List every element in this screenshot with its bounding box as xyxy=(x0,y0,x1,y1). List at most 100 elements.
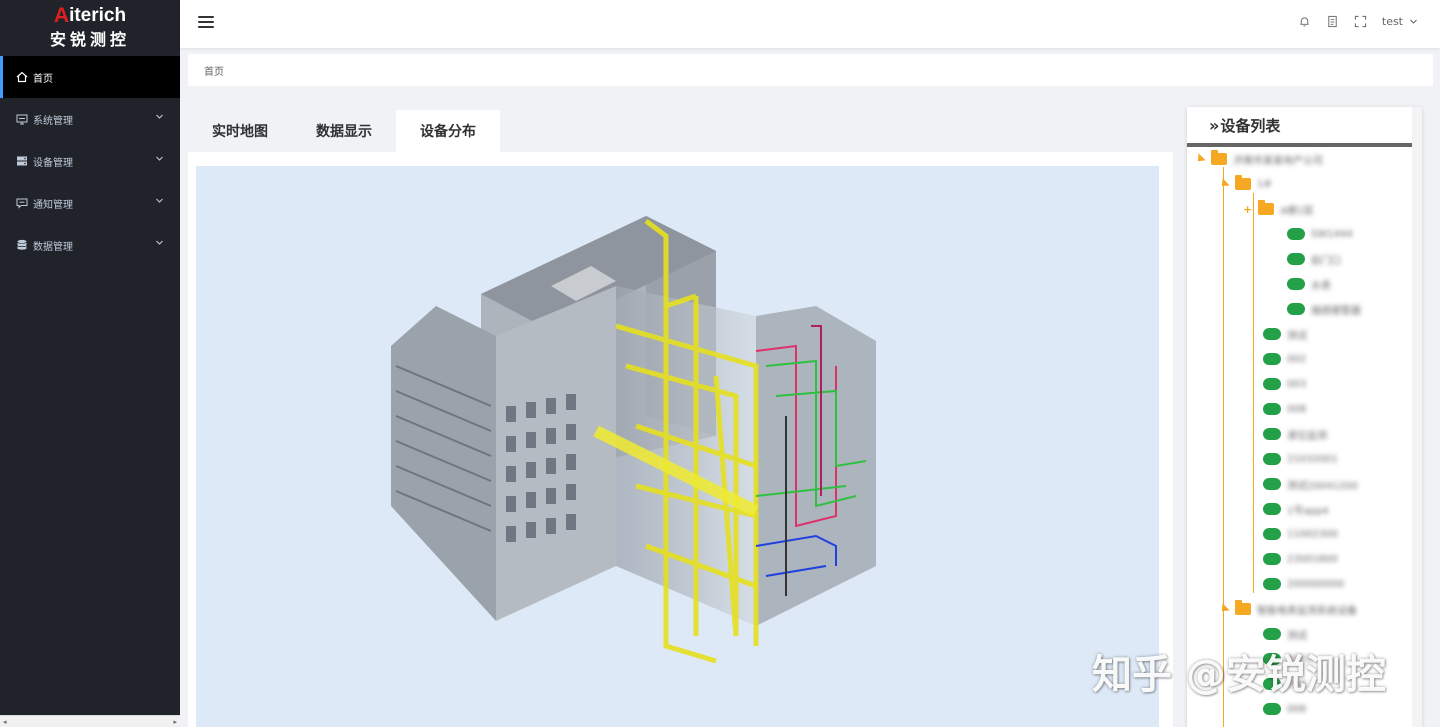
double-chevron-right-icon[interactable]: » xyxy=(1209,116,1220,135)
device-status-icon xyxy=(1263,453,1281,465)
device-list-scrollbar[interactable] xyxy=(1412,107,1422,727)
tree-device-node[interactable]: SW1444 xyxy=(1287,226,1353,242)
tree-node-label: 1# xyxy=(1257,178,1272,190)
device-list-title: 设备列表 xyxy=(1220,116,1281,135)
folder-icon xyxy=(1235,175,1251,190)
top-header: test xyxy=(180,0,1440,48)
collapse-caret-icon[interactable] xyxy=(1194,153,1206,165)
chevron-down-icon xyxy=(156,198,163,203)
scroll-right-icon[interactable]: ▸ xyxy=(173,718,177,726)
fullscreen-icon[interactable] xyxy=(1354,14,1368,28)
device-status-icon xyxy=(1287,278,1305,290)
sidebar-item-home[interactable]: 首页 xyxy=(0,56,180,98)
tree-node-label: 液位监测 xyxy=(1287,430,1327,442)
message-icon xyxy=(16,197,28,209)
device-status-icon xyxy=(1287,253,1305,265)
tree-node-label: 烟感报警器 xyxy=(1311,305,1361,317)
tree-node-label: 测试 xyxy=(1287,330,1307,342)
device-status-icon xyxy=(1263,478,1281,490)
bell-icon[interactable] xyxy=(1298,14,1312,28)
tree-device-node[interactable]: 008 xyxy=(1263,401,1306,417)
tree-node-label: 1号app4 xyxy=(1287,505,1329,517)
tree-node-label: 003 xyxy=(1287,378,1307,390)
tab-bar: 实时地图 数据显示 设备分布 xyxy=(188,110,500,152)
tree-device-node[interactable]: 200000000 xyxy=(1263,576,1344,592)
breadcrumb-home[interactable]: 首页 xyxy=(204,63,224,78)
tree-device-node[interactable]: 008 xyxy=(1263,701,1306,717)
sidebar-item-label: 首页 xyxy=(33,73,53,85)
user-menu[interactable]: test xyxy=(1382,15,1418,28)
tree-node-label: 200000000 xyxy=(1287,578,1345,590)
device-status-icon xyxy=(1287,303,1305,315)
tree-device-node[interactable]: 11002300 xyxy=(1263,526,1338,542)
collapse-caret-icon[interactable] xyxy=(1218,178,1230,190)
device-status-icon xyxy=(1263,503,1281,515)
tree-folder-node[interactable]: 智能电表监测系统设备 xyxy=(1218,600,1357,617)
tree-device-node[interactable]: 烟感报警器 xyxy=(1287,301,1361,317)
sidebar: A iterich 安锐测控 首页 系统管理 设备管理 通知管理 数据管理 ◂ … xyxy=(0,0,180,727)
tree-node-label: 测试 xyxy=(1287,630,1307,642)
building-model xyxy=(391,216,876,664)
tree-node-label: 水表 xyxy=(1311,280,1331,292)
device-status-icon xyxy=(1263,378,1281,390)
tree-node-label: 济南市某某地产公司 xyxy=(1233,155,1323,167)
device-status-icon xyxy=(1263,403,1281,415)
server-icon xyxy=(16,155,28,167)
tree-device-node[interactable]: 1号app4 xyxy=(1263,501,1329,517)
sidebar-horizontal-scrollbar[interactable]: ◂ ▸ xyxy=(0,715,180,727)
tab-realtime-map[interactable]: 实时地图 xyxy=(188,110,292,152)
tree-folder-node[interactable]: 济南市某某地产公司 xyxy=(1194,150,1323,167)
collapse-caret-icon[interactable] xyxy=(1218,603,1230,615)
tree-node-label: 002 xyxy=(1287,353,1307,365)
tree-folder-node[interactable]: 1# xyxy=(1218,175,1272,192)
sidebar-item-label: 通知管理 xyxy=(33,199,73,211)
tree-node-label: 008 xyxy=(1287,703,1307,715)
sidebar-item-label: 系统管理 xyxy=(33,115,73,127)
device-status-icon xyxy=(1263,353,1281,365)
tab-data-display[interactable]: 数据显示 xyxy=(292,110,396,152)
tree-node-label: 智能电表监测系统设备 xyxy=(1257,605,1357,617)
folder-icon xyxy=(1211,150,1227,165)
tree-device-node[interactable]: 前门口 xyxy=(1287,251,1341,267)
tree-device-node[interactable]: 液位监测 xyxy=(1263,426,1327,442)
tree-device-node[interactable]: 测试 xyxy=(1263,626,1307,642)
tree-device-node[interactable]: 003 xyxy=(1263,376,1306,392)
tree-device-node[interactable]: 水表 xyxy=(1287,276,1331,292)
bim-3d-viewer[interactable] xyxy=(196,166,1159,727)
tree-folder-node[interactable]: + A楼1层 xyxy=(1243,200,1313,217)
tree-node-label: 11002300 xyxy=(1287,528,1338,540)
menu-toggle-icon[interactable] xyxy=(198,16,214,30)
tree-node-label: 008 xyxy=(1287,403,1307,415)
chevron-down-icon xyxy=(156,114,163,119)
device-list-header[interactable]: » 设备列表 xyxy=(1187,107,1422,147)
logo-subtitle: 安锐测控 xyxy=(49,29,130,49)
device-status-icon xyxy=(1263,578,1281,590)
tree-device-node[interactable]: 测试20041200 xyxy=(1263,476,1358,492)
device-status-icon xyxy=(1263,553,1281,565)
device-status-icon xyxy=(1263,328,1281,340)
tree-device-node[interactable]: 23001800 xyxy=(1263,551,1338,567)
device-list-panel: » 设备列表 济南市某某地产公司 1# + A楼1层 SW1444 前门口水表烟感报警器测… xyxy=(1187,107,1422,727)
device-tree: 济南市某某地产公司 1# + A楼1层 SW1444 前门口水表烟感报警器测试 002 003… xyxy=(1187,147,1422,727)
tree-node-label: 21032001 xyxy=(1287,453,1338,465)
sidebar-item-system[interactable]: 系统管理 xyxy=(0,98,180,140)
logo: A iterich 安锐测控 xyxy=(0,0,180,56)
folder-icon xyxy=(1235,600,1251,615)
expand-icon[interactable]: + xyxy=(1243,203,1252,216)
scroll-left-icon[interactable]: ◂ xyxy=(3,718,7,726)
tree-device-node[interactable]: 测试 xyxy=(1263,326,1307,342)
device-status-icon xyxy=(1287,228,1305,240)
sidebar-item-notice[interactable]: 通知管理 xyxy=(0,182,180,224)
folder-icon xyxy=(1258,200,1275,215)
tree-node-label: 23001800 xyxy=(1287,553,1338,565)
chevron-down-icon xyxy=(156,240,163,245)
tree-device-node[interactable]: 21032001 xyxy=(1263,451,1338,467)
device-status-icon xyxy=(1263,528,1281,540)
tree-device-node[interactable]: 002 xyxy=(1263,351,1306,367)
sidebar-item-device[interactable]: 设备管理 xyxy=(0,140,180,182)
tab-device-distribution[interactable]: 设备分布 xyxy=(396,110,500,152)
document-icon[interactable] xyxy=(1326,14,1340,28)
database-icon xyxy=(16,239,28,251)
logo-text: iterich xyxy=(69,4,127,26)
sidebar-item-data[interactable]: 数据管理 xyxy=(0,224,180,266)
